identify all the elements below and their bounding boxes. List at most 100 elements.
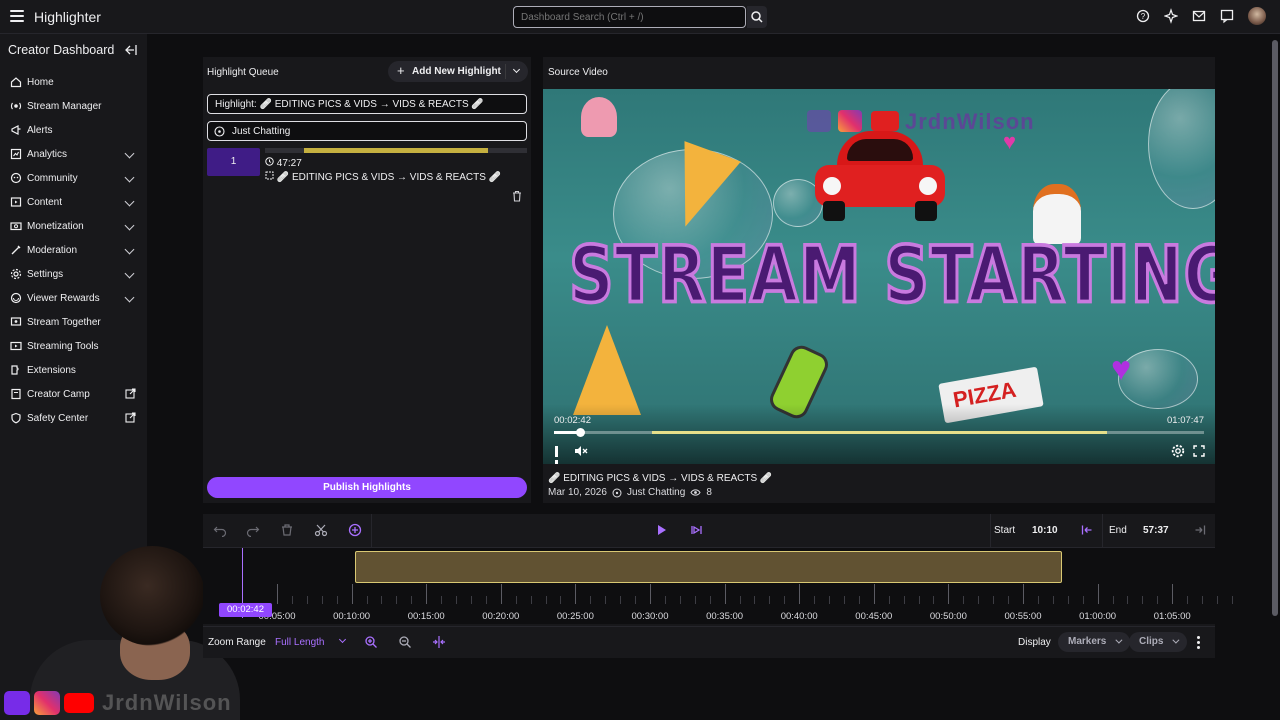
chevron-down-icon [124, 220, 135, 231]
chevron-down-icon[interactable] [338, 635, 347, 644]
tick-mark [799, 584, 801, 604]
tick-minor [396, 596, 398, 604]
mute-icon[interactable] [574, 445, 588, 457]
avatar[interactable] [1248, 7, 1266, 25]
collapse-sidebar-icon[interactable] [124, 44, 138, 56]
more-options-icon[interactable] [1197, 636, 1200, 649]
redo-icon[interactable] [246, 523, 260, 538]
sidebar-item-viewer-rewards[interactable]: Viewer Rewards [0, 286, 147, 310]
sidebar-item-content[interactable]: Content [0, 190, 147, 214]
sidebar-item-home[interactable]: Home [0, 70, 147, 94]
pause-icon[interactable] [555, 446, 565, 464]
extensions-icon[interactable] [1163, 8, 1179, 24]
inbox-icon[interactable] [1192, 8, 1206, 24]
analytics-icon [10, 148, 22, 160]
zoom-in-icon[interactable] [364, 635, 378, 649]
add-new-highlight-button[interactable]: + Add New Highlight [388, 61, 528, 82]
play-selection-icon[interactable] [690, 523, 704, 537]
chevron-down-icon[interactable] [512, 65, 521, 74]
chevron-down-icon [124, 148, 135, 159]
sidebar-item-streaming-tools[interactable]: Streaming Tools [0, 334, 147, 358]
highlight-title-input[interactable]: Highlight: 🩹 EDITING PICS & VIDS → VIDS … [207, 94, 527, 114]
clips-dropdown[interactable]: Clips [1129, 632, 1188, 652]
tick-minor [1142, 596, 1144, 604]
end-value[interactable]: 57:37 [1143, 525, 1169, 536]
tick-minor [1112, 596, 1114, 604]
sidebar-item-safety-center[interactable]: Safety Center [0, 406, 147, 430]
tick-minor [560, 596, 562, 604]
alerts-icon [11, 125, 21, 135]
trash-icon[interactable] [512, 190, 522, 202]
sidebar-item-alerts[interactable]: Alerts [0, 118, 147, 142]
sidebar-item-moderation[interactable]: Moderation [0, 238, 147, 262]
highlight-clip[interactable] [355, 551, 1062, 583]
tick-minor [1052, 596, 1054, 604]
markers-dropdown[interactable]: Markers [1058, 632, 1131, 652]
fit-to-selection-icon[interactable] [432, 635, 446, 649]
gear-icon[interactable] [1171, 444, 1185, 458]
timeline-editor: Start 10:10 End 57:37 00:05:00 00:10:00 00… [203, 514, 1233, 658]
timeline-footer: Zoom Range Full Length Display Markers C… [203, 626, 1215, 658]
sidebar-item-extensions[interactable]: Extensions [0, 358, 147, 382]
zoom-range-select[interactable]: Full Length [275, 637, 324, 648]
tick-minor [530, 596, 532, 604]
search-button[interactable] [747, 6, 767, 28]
sidebar-item-creator-camp[interactable]: Creator Camp [0, 382, 147, 406]
start-value[interactable]: 10:10 [1032, 525, 1058, 536]
sidebar-item-analytics[interactable]: Analytics [0, 142, 147, 166]
source-video-panel: Source Video JrdnWilson ♥ STREAM STARTIN… [543, 57, 1215, 503]
page-scrollbar[interactable] [1272, 40, 1278, 616]
clock-icon [265, 157, 274, 166]
sidebar-item-community[interactable]: Community [0, 166, 147, 190]
safety-center-icon [11, 412, 21, 424]
tick-minor [336, 596, 338, 604]
sidebar-item-stream-manager[interactable]: Stream Manager [0, 94, 147, 118]
sidebar-item-monetization[interactable]: Monetization [0, 214, 147, 238]
sidebar-item-label: Stream Together [27, 316, 101, 328]
fullscreen-icon[interactable] [1193, 445, 1205, 457]
sidebar-item-settings[interactable]: Settings [0, 262, 147, 286]
set-end-icon[interactable] [1194, 524, 1206, 536]
tick-minor [620, 596, 622, 604]
tick-minor [366, 596, 368, 604]
clips-label: Clips [1139, 636, 1164, 647]
tick-label: 00:55:00 [1004, 611, 1042, 622]
tick-label: 00:20:00 [482, 611, 520, 622]
search-input[interactable] [513, 6, 746, 28]
whispers-icon[interactable] [1220, 8, 1234, 24]
tick-minor [1157, 596, 1159, 604]
category-input[interactable]: Just Chatting [207, 121, 527, 141]
highlight-queue-item[interactable]: 1 47:27 🩹 EDITING PICS & VIDS → VIDS & R… [207, 148, 528, 183]
tick-minor [321, 596, 323, 604]
sidebar-item-label: Viewer Rewards [27, 292, 100, 304]
timeline-track[interactable]: 00:05:00 00:10:00 00:15:00 00:20:00 00:25:00… [203, 548, 1233, 624]
tick-mark [873, 584, 875, 604]
video-player[interactable]: JrdnWilson ♥ STREAM STARTING SOON PIZZA … [543, 89, 1215, 464]
delete-icon[interactable] [280, 523, 294, 537]
top-bar: Highlighter ? [0, 0, 1280, 34]
tick-minor [441, 596, 443, 604]
display-label: Display [1018, 637, 1051, 648]
publish-highlights-button[interactable]: Publish Highlights [207, 477, 527, 498]
sidebar-item-stream-together[interactable]: Stream Together [0, 310, 147, 334]
tick-minor [291, 596, 293, 604]
playhead-time[interactable]: 00:02:42 [219, 603, 272, 617]
tick-minor [858, 596, 860, 604]
scissors-icon[interactable] [314, 523, 328, 537]
category-icon [214, 126, 225, 137]
undo-icon[interactable] [213, 523, 227, 538]
set-start-icon[interactable] [1081, 524, 1093, 536]
creator-camp-icon [11, 388, 21, 400]
highlight-queue-panel: Highlight Queue + Add New Highlight High… [203, 57, 531, 503]
category-value: Just Chatting [232, 126, 291, 137]
scrub-handle[interactable] [576, 428, 585, 437]
play-icon[interactable] [658, 525, 666, 535]
extensions-icon [11, 365, 19, 375]
tick-label: 00:10:00 [333, 611, 371, 622]
zoom-out-icon[interactable] [398, 635, 412, 649]
queue-title: Highlight Queue [207, 67, 279, 78]
help-icon[interactable]: ? [1136, 8, 1150, 24]
tick-minor [1008, 596, 1010, 604]
menu-icon[interactable] [10, 10, 24, 22]
add-marker-icon[interactable] [348, 523, 362, 537]
